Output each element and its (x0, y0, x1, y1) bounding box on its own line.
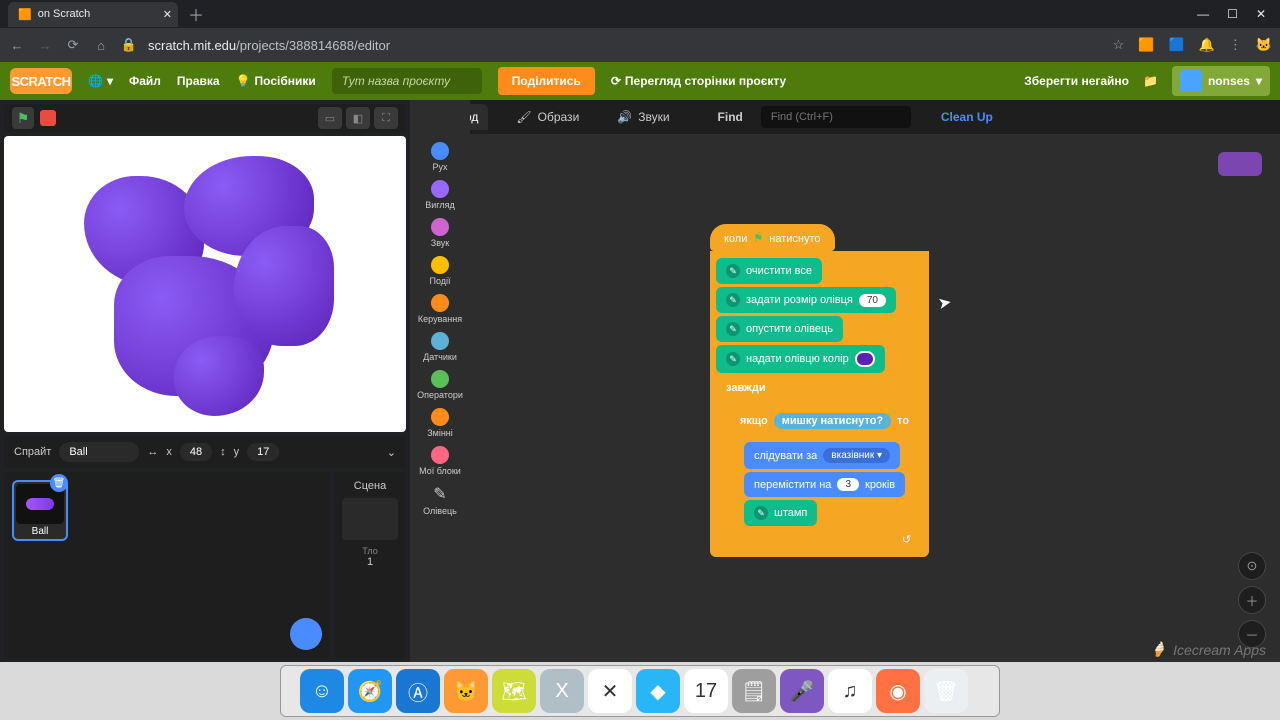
bookmark-star-icon[interactable]: ☆ (1113, 37, 1125, 53)
green-flag-button[interactable]: ⚑ (12, 107, 34, 129)
sprite-list: Ball 🗑 (4, 472, 330, 658)
sprite-label: Спрайт (14, 446, 51, 458)
nav-home-icon[interactable]: ⌂ (92, 38, 110, 53)
address-bar[interactable]: scratch.mit.edu/projects/388814688/edito… (148, 38, 390, 53)
dock-app-icon[interactable]: 🗑 (924, 669, 968, 713)
browser-tab[interactable]: 🟧 on Scratch ✕ (8, 2, 178, 27)
nav-back-icon[interactable]: ← (8, 38, 26, 53)
stage-label: Сцена (354, 480, 386, 492)
block-set-pen-color[interactable]: ✎надати олівцю колір (716, 345, 885, 373)
script-stack[interactable]: коли ⚑ натиснуто ✎очистити все ✎задати р… (710, 224, 929, 557)
category-Змінні[interactable]: Змінні (427, 406, 453, 440)
zoom-reset[interactable]: ⊙ (1238, 552, 1266, 580)
category-Оператори[interactable]: Оператори (417, 368, 463, 402)
stage-controls: ⚑ ▭ ◧ ⛶ (4, 104, 406, 132)
stage-panel: Сцена Тло 1 (334, 472, 406, 658)
dock-app-icon[interactable]: 🐱 (444, 669, 488, 713)
tutorials-menu[interactable]: 💡 Посібники (236, 74, 316, 88)
stage-thumb[interactable] (342, 498, 398, 540)
block-mouse-down[interactable]: мишку натиснуто? (774, 413, 891, 429)
sprite-info-bar: Спрайт ↔x 48 ↕y 17 ⌄ (4, 436, 406, 468)
macos-dock: ☺🧭Ⓐ🐱🗺X✕◆17🗒🎤♫◉🗑 (0, 662, 1280, 720)
dock-app-icon[interactable]: ◆ (636, 669, 680, 713)
user-avatar (1180, 70, 1202, 92)
hat-when-flag-clicked[interactable]: коли ⚑ натиснуто (710, 224, 835, 251)
sprite-watermark (1218, 152, 1262, 176)
block-forever[interactable]: завжди (716, 376, 776, 396)
delete-sprite-icon[interactable]: 🗑 (50, 474, 68, 492)
block-set-pen-size[interactable]: ✎задати розмір олівця70 (716, 287, 896, 313)
edit-menu[interactable]: Правка (177, 74, 220, 88)
stop-button[interactable] (40, 110, 56, 126)
dock-app-icon[interactable]: ♫ (828, 669, 872, 713)
block-go-to[interactable]: слідувати завказівник ▾ (744, 442, 900, 469)
dock-app-icon[interactable]: 🧭 (348, 669, 392, 713)
stage[interactable] (4, 136, 406, 432)
stage-full-mode[interactable]: ⛶ (374, 107, 398, 129)
nav-forward-icon: → (36, 38, 54, 53)
sprite-expand-icon[interactable]: ⌄ (387, 446, 396, 459)
sprite-y[interactable]: 17 (247, 443, 279, 461)
window-minimize[interactable]: — (1197, 7, 1209, 21)
sprite-x[interactable]: 48 (180, 443, 212, 461)
category-Події[interactable]: Події (429, 254, 450, 288)
category-Керування[interactable]: Керування (418, 292, 462, 326)
category-Мої блоки[interactable]: Мої блоки (419, 444, 461, 478)
browser-tabstrip: 🟧 on Scratch ✕ ＋ — ☐ ✕ (0, 0, 1280, 28)
lock-icon: 🔒 (120, 37, 138, 53)
block-erase-all[interactable]: ✎очистити все (716, 258, 822, 284)
nav-reload-icon[interactable]: ⟳ (64, 37, 82, 53)
new-tab-button[interactable]: ＋ (188, 2, 204, 26)
dock-app-icon[interactable]: X (540, 669, 584, 713)
window-close[interactable]: ✕ (1256, 7, 1266, 21)
watermark: 🍦 Icecream Apps (1150, 641, 1266, 658)
ext-icon-2[interactable]: 🟦 (1168, 37, 1184, 53)
mystuff-folder-icon[interactable]: 📁 (1143, 74, 1158, 88)
dock-app-icon[interactable]: ✕ (588, 669, 632, 713)
browser-toolbar: ← → ⟳ ⌂ 🔒 scratch.mit.edu/projects/38881… (0, 28, 1280, 62)
block-stamp[interactable]: ✎штамп (744, 500, 817, 526)
browser-menu-icon[interactable]: ⋮ (1229, 37, 1242, 53)
account-menu[interactable]: nonses ▾ (1172, 66, 1270, 96)
category-Олівець[interactable]: ✎Олівець (423, 482, 457, 518)
block-pen-down[interactable]: ✎опустити олівець (716, 316, 843, 342)
category-Вигляд[interactable]: Вигляд (425, 178, 455, 212)
block-move-steps[interactable]: перемістити на3кроків (744, 472, 905, 497)
dock-app-icon[interactable]: ☺ (300, 669, 344, 713)
dock-app-icon[interactable]: 🗺 (492, 669, 536, 713)
sprite-name-input[interactable] (59, 442, 139, 462)
category-Рух[interactable]: Рух (431, 140, 449, 174)
category-Звук[interactable]: Звук (431, 216, 449, 250)
save-now[interactable]: Зберегти негайно (1024, 74, 1129, 88)
block-palette: Рух Вигляд Звук Події Керування Датчики Операт… (410, 100, 470, 662)
window-maximize[interactable]: ☐ (1227, 7, 1238, 21)
share-button[interactable]: Поділитись (498, 67, 595, 95)
dock-app-icon[interactable]: 🎤 (780, 669, 824, 713)
block-if[interactable]: якщо мишку натиснуто? то (730, 404, 919, 434)
dock-app-icon[interactable]: ◉ (876, 669, 920, 713)
dock-app-icon[interactable]: 17 (684, 669, 728, 713)
tab-close-icon[interactable]: ✕ (163, 8, 172, 21)
ext-icon-1[interactable]: 🟧 (1138, 37, 1154, 53)
blocks-workspace[interactable]: коли ⚑ натиснуто ✎очистити все ✎задати р… (470, 134, 1280, 662)
file-menu[interactable]: Файл (129, 74, 161, 88)
zoom-in[interactable]: ＋ (1238, 586, 1266, 614)
tab-title: on Scratch (38, 8, 91, 20)
project-title-input[interactable]: Тут назва проєкту (332, 68, 482, 94)
backdrop-count: 1 (367, 556, 373, 568)
profile-avatar-icon[interactable]: 🐱 (1256, 37, 1272, 53)
see-project-page[interactable]: ⟳ Перегляд сторінки проєкту (611, 74, 786, 88)
stage-large-mode[interactable]: ◧ (346, 107, 370, 129)
add-sprite-button[interactable] (290, 618, 322, 650)
scratch-logo[interactable]: SCRATCH (10, 68, 72, 94)
category-Датчики[interactable]: Датчики (423, 330, 457, 364)
notifications-icon[interactable]: 🔔 (1199, 37, 1215, 53)
scratch-menubar: SCRATCH 🌐 ▾ Файл Правка 💡 Посібники Тут … (0, 62, 1280, 100)
stage-small-mode[interactable]: ▭ (318, 107, 342, 129)
dock-app-icon[interactable]: 🗒 (732, 669, 776, 713)
language-menu[interactable]: 🌐 ▾ (88, 74, 113, 88)
dock-app-icon[interactable]: Ⓐ (396, 669, 440, 713)
